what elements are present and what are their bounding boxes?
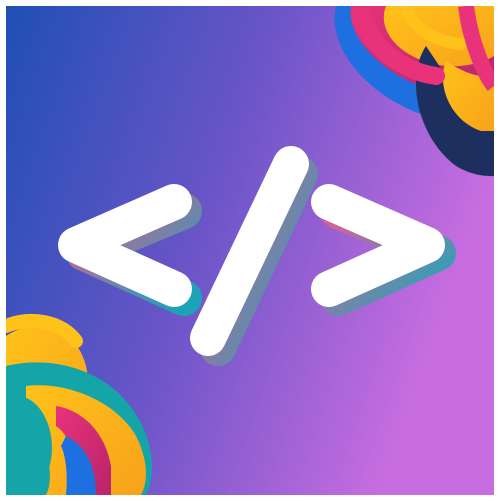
code-brackets-icon [6,6,494,495]
app-icon-tile [6,6,494,495]
app-icon-frame [0,0,500,501]
